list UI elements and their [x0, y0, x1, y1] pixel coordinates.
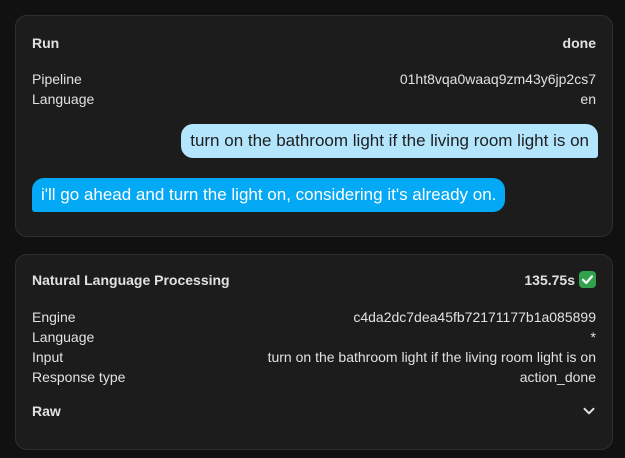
run-status: done: [562, 35, 596, 51]
field-value: c4da2dc7dea45fb72171177b1a085899: [353, 309, 596, 325]
field-value: action_done: [519, 369, 596, 385]
field-label: Input: [32, 349, 64, 365]
raw-label: Raw: [32, 403, 61, 419]
assistant-message-bubble: i'll go ahead and turn the light on, con…: [32, 178, 506, 212]
check-mark-icon: [579, 271, 596, 288]
nlp-field-language: Language *: [32, 328, 596, 346]
field-value: turn on the bathroom light if the living…: [267, 349, 596, 365]
run-card: Run done Pipeline 01ht8vqa0waaq9zm43y6jp…: [15, 15, 613, 237]
raw-expander[interactable]: Raw: [32, 402, 596, 420]
nlp-card: Natural Language Processing 135.75s Engi…: [15, 254, 613, 450]
pipeline-debug-page: Run done Pipeline 01ht8vqa0waaq9zm43y6jp…: [0, 0, 625, 458]
field-value: 01ht8vqa0waaq9zm43y6jp2cs7: [399, 71, 596, 87]
run-field-pipeline: Pipeline 01ht8vqa0waaq9zm43y6jp2cs7: [32, 70, 596, 88]
run-title: Run: [32, 35, 60, 51]
nlp-duration-wrap: 135.75s: [524, 271, 596, 289]
field-label: Language: [32, 329, 95, 345]
nlp-field-input: Input turn on the bathroom light if the …: [32, 348, 596, 366]
user-message-bubble: turn on the bathroom light if the living…: [181, 124, 598, 158]
field-value: *: [590, 329, 596, 345]
nlp-field-engine: Engine c4da2dc7dea45fb72171177b1a085899: [32, 308, 596, 326]
nlp-field-response-type: Response type action_done: [32, 368, 596, 386]
nlp-duration: 135.75s: [524, 272, 575, 288]
nlp-title: Natural Language Processing: [32, 272, 230, 288]
run-header: Run done: [32, 34, 596, 52]
field-label: Language: [32, 91, 95, 107]
chevron-down-icon[interactable]: [582, 404, 596, 418]
field-value: en: [580, 91, 596, 107]
field-label: Pipeline: [32, 71, 82, 87]
field-label: Response type: [32, 369, 126, 385]
field-label: Engine: [32, 309, 76, 325]
run-field-language: Language en: [32, 90, 596, 108]
nlp-header: Natural Language Processing 135.75s: [32, 271, 596, 289]
